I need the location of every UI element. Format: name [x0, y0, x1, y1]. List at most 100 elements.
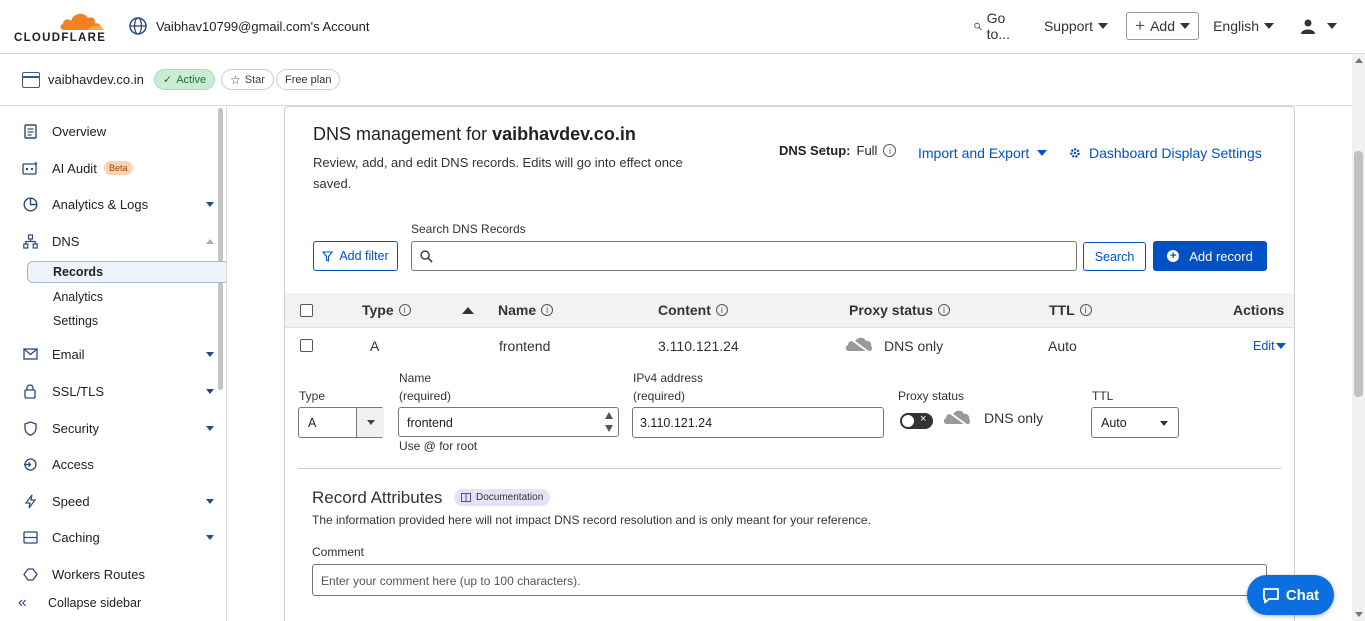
import-export-label: Import and Export [918, 145, 1030, 161]
collapse-sidebar-button[interactable]: « Collapse sidebar [0, 584, 226, 621]
sidebar-item-label: Analytics & Logs [52, 196, 149, 212]
type-select[interactable]: A [298, 407, 384, 438]
column-ttl[interactable]: TTL i [1049, 302, 1092, 318]
scroll-up-icon[interactable] [1355, 58, 1363, 63]
toggle-knob [902, 415, 914, 427]
chevron-down-icon [1275, 343, 1286, 349]
beta-badge: Beta [104, 161, 133, 175]
sidebar-item-label: Workers Routes [52, 566, 145, 582]
shield-icon [22, 420, 38, 436]
search-input[interactable] [411, 241, 1077, 271]
sidebar-item-caching[interactable]: Caching [0, 522, 220, 552]
column-proxy-status[interactable]: Proxy status i [849, 302, 951, 318]
name-input[interactable]: frontend [398, 407, 619, 437]
arrow-up-icon [605, 412, 613, 419]
column-label: TTL [1049, 302, 1075, 318]
sidebar-item-label: Overview [52, 123, 107, 139]
sidebar-item-access[interactable]: Access [0, 449, 220, 479]
caching-icon [22, 529, 38, 545]
info-icon[interactable]: i [883, 144, 897, 157]
name-hint: Use @ for root [399, 439, 478, 453]
search-button[interactable]: Search [1083, 242, 1146, 271]
name-spinner[interactable] [605, 410, 615, 434]
add-record-button[interactable]: + Add record [1153, 241, 1267, 271]
sidebar-item-email[interactable]: Email [0, 339, 220, 369]
type-select-toggle[interactable] [356, 408, 384, 437]
record-ttl: Auto [1048, 338, 1077, 354]
page-title: DNS management for vaibhavdev.co.in [313, 124, 636, 145]
workers-icon [22, 566, 38, 582]
scroll-thumb[interactable] [1354, 151, 1363, 397]
dashboard-display-settings[interactable]: Dashboard Display Settings [1069, 145, 1262, 161]
select-all-checkbox[interactable] [300, 304, 313, 317]
sidebar-subitem-records[interactable]: Records [53, 265, 103, 279]
sort-ascending-icon[interactable] [462, 307, 474, 314]
name-input-value: frontend [407, 416, 453, 430]
dns-setup-label: DNS Setup: [779, 143, 851, 158]
column-name[interactable]: Name i [498, 302, 554, 318]
dns-setup: DNS Setup: Full i [779, 143, 897, 158]
info-icon: i [398, 304, 411, 316]
chevron-up-icon [206, 238, 214, 244]
star-label: Star [244, 73, 265, 86]
add-record-label: Add record [1189, 248, 1253, 264]
sidebar-item-overview[interactable]: Overview [0, 116, 220, 146]
account-name: Vaibhav10799@gmail.com's Account [156, 18, 370, 34]
language-menu[interactable]: English [1213, 12, 1274, 40]
chat-button[interactable]: Chat [1247, 575, 1334, 615]
scroll-down-icon[interactable] [1355, 612, 1363, 617]
sidebar-subitem-analytics[interactable]: Analytics [53, 290, 103, 304]
row-checkbox[interactable] [300, 339, 313, 352]
goto-button[interactable]: Go to... [973, 10, 1015, 42]
proxy-field-label: Proxy status [898, 389, 965, 403]
check-icon: ✓ [163, 74, 173, 86]
chevron-down-icon [206, 351, 214, 357]
sidebar-item-label: SSL/TLS [52, 383, 105, 399]
page-scrollbar[interactable] [1352, 54, 1365, 621]
ttl-select[interactable]: Auto [1091, 407, 1179, 438]
cloudflare-logo[interactable]: CLOUDFLARE [14, 8, 110, 44]
import-export-menu[interactable]: Import and Export [918, 145, 1048, 161]
proxy-toggle[interactable]: × [900, 413, 933, 429]
sidebar-item-label: Access [52, 456, 94, 472]
sidebar-item-analytics-logs[interactable]: Analytics & Logs [0, 189, 220, 219]
column-label: Proxy status [849, 302, 934, 318]
sidebar-subitem-settings[interactable]: Settings [53, 314, 98, 328]
comment-input[interactable]: Enter your comment here (up to 100 chara… [312, 564, 1267, 596]
record-proxy-status: DNS only [884, 338, 944, 354]
star-button[interactable]: ☆ Star [221, 69, 274, 90]
zone-name[interactable]: vaibhavdev.co.in [48, 72, 144, 87]
logo-text: CLOUDFLARE [14, 32, 107, 44]
sidebar-item-ai-audit[interactable]: AI Audit Beta [0, 153, 220, 183]
chevron-down-icon [206, 425, 214, 431]
status-badge: ✓ Active [154, 69, 216, 90]
sidebar-item-ssl-tls[interactable]: SSL/TLS [0, 376, 220, 406]
ipv4-required-label: (required) [633, 389, 686, 403]
sidebar-item-label: AI Audit [52, 160, 97, 176]
add-label: Add [1150, 18, 1175, 34]
ipv4-input[interactable]: 3.110.121.24 [632, 407, 884, 438]
edit-record-button[interactable]: Edit [1253, 339, 1286, 353]
dashboard-settings-label: Dashboard Display Settings [1089, 145, 1262, 161]
cloud-logo-icon [60, 13, 104, 30]
dns-icon [22, 233, 38, 249]
account-switcher[interactable]: Vaibhav10799@gmail.com's Account [128, 16, 369, 36]
chevron-down-icon [1327, 23, 1337, 29]
chevron-down-icon [1098, 23, 1108, 29]
sidebar-item-security[interactable]: Security [0, 413, 220, 443]
documentation-link[interactable]: Documentation [454, 489, 551, 506]
user-menu[interactable] [1300, 12, 1337, 40]
sidebar-item-dns[interactable]: DNS [0, 226, 220, 256]
add-filter-button[interactable]: Add filter [313, 241, 398, 271]
plan-badge[interactable]: Free plan [276, 69, 341, 90]
table-header: Type i Name i Content i Proxy status i TTL i … [285, 293, 1294, 328]
support-menu[interactable]: Support [1044, 12, 1108, 40]
chevron-down-icon [206, 498, 214, 504]
column-content[interactable]: Content i [658, 302, 728, 318]
chevron-down-icon [1160, 421, 1168, 426]
add-menu-button[interactable]: + Add [1126, 12, 1199, 40]
sidebar-item-speed[interactable]: Speed [0, 486, 220, 516]
ipv4-field-label: IPv4 address [633, 371, 704, 385]
filter-icon [322, 250, 334, 262]
column-type[interactable]: Type i [362, 302, 411, 318]
